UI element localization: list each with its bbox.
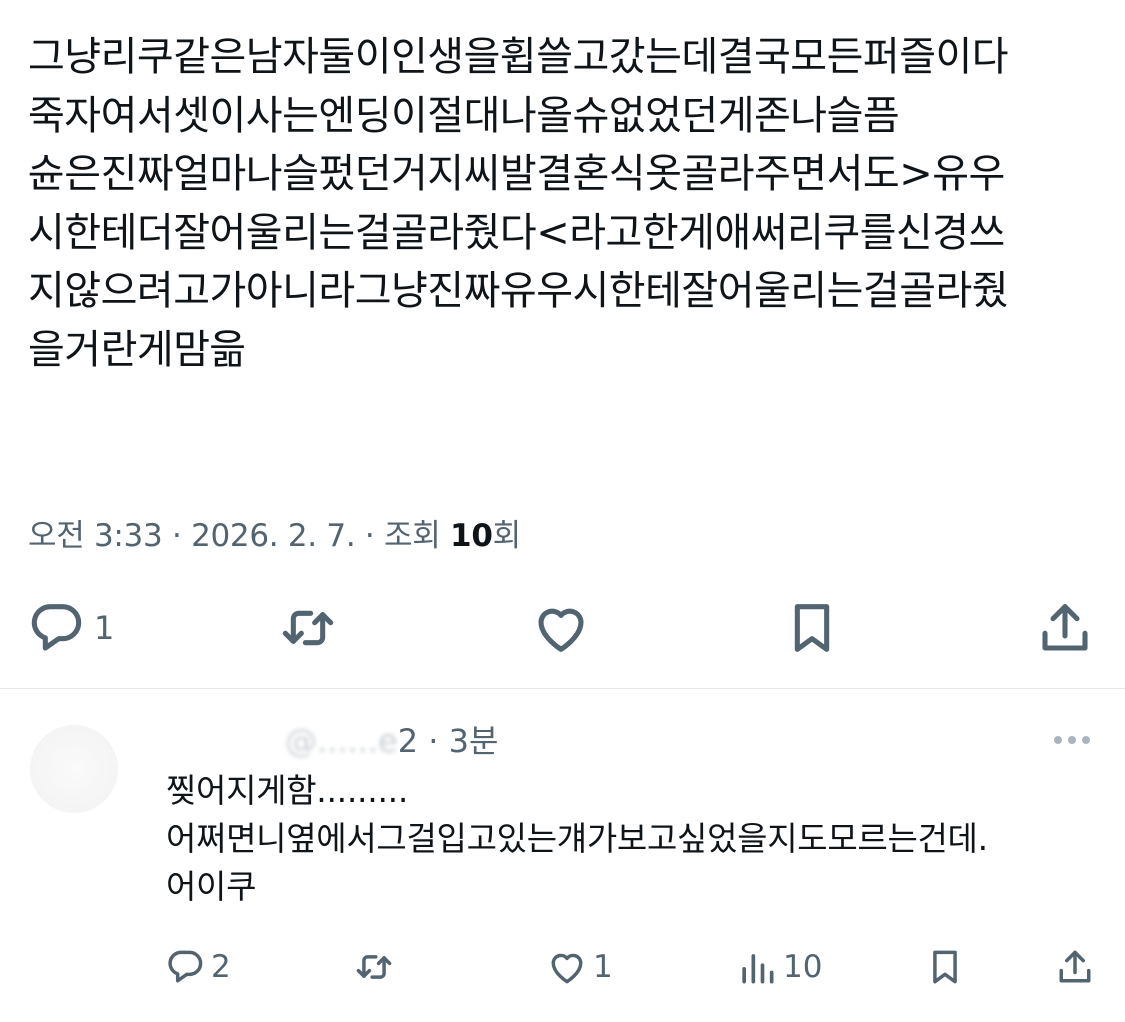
reply-line: 어쩌면니옆에서그걸입고있는걔가보고싶었을지도모르는건데. (166, 819, 988, 858)
reply-share-button[interactable] (1053, 942, 1097, 992)
share-icon (1059, 950, 1091, 983)
more-options-icon[interactable] (1050, 722, 1094, 758)
avatar[interactable] (30, 725, 118, 813)
reply-handle[interactable]: @......e (285, 722, 398, 760)
reply-views-button[interactable]: 10 (735, 942, 822, 992)
tweet-line: 죽자여서셋이사는엔딩이절대나올슈없었던게존나슬픔 (28, 92, 900, 139)
views-count: 10 (450, 518, 493, 554)
reply-time: 2 · 3분 (397, 722, 499, 760)
reply-like-count: 1 (593, 949, 613, 985)
tweet-line: 시한테더잘어울리는걸골라줬다<라고한게애써리쿠를신경쓰 (28, 209, 1005, 256)
heart-icon (551, 953, 583, 984)
tweet-meta: 오전 3:33 · 2026. 2. 7. · 조회 10회 (28, 510, 521, 555)
reply-views-count: 10 (783, 949, 823, 985)
bookmark-icon (933, 950, 957, 984)
reply-like-button[interactable]: 1 (545, 942, 613, 992)
share-icon (1042, 604, 1088, 651)
reply-retweet-button[interactable] (352, 942, 396, 992)
reply-line: 찢어지게함......... (166, 771, 409, 810)
bookmark-button[interactable] (780, 596, 844, 660)
reply-action-bar: 2 1 10 (0, 942, 1125, 992)
tweet-line: 그냥리쿠같은남자둘이인생을휩쓸고갔는데결국모든퍼즐이다 (28, 34, 1009, 80)
retweet-button[interactable] (276, 596, 340, 660)
reply-bookmark-button[interactable] (923, 942, 967, 992)
reply-header: @......e2 · 3분 (285, 716, 498, 762)
retweet-icon (282, 610, 334, 646)
timestamp[interactable]: 오전 3:33 · 2026. 2. 7. · 조회 (28, 518, 450, 554)
heart-icon (538, 608, 584, 652)
tweet-action-bar: 1 (0, 596, 1125, 660)
tweet-line: 슌은진짜얼마나슬펐던거지씨발결혼식옷골라주면서도>유우 (28, 151, 1005, 197)
bookmark-icon (794, 604, 830, 652)
reply-icon (168, 950, 203, 983)
reply-reply-button[interactable]: 2 (163, 942, 231, 992)
reply-text: 찢어지게함......... 어쩌면니옆에서그걸입고있는걔가보고싶었을지도모르는… (166, 767, 988, 911)
reply-icon (31, 604, 82, 651)
like-button[interactable] (529, 596, 593, 660)
reply-button[interactable]: 1 (24, 596, 114, 660)
retweet-icon (356, 955, 392, 979)
reply-reply-count: 2 (211, 949, 231, 985)
tweet-text: 그냥리쿠같은남자둘이인생을휩쓸고갔는데결국모든퍼즐이다 죽자여서셋이사는엔딩이절… (28, 28, 1098, 379)
tweet-line: 지않으려고가아니라그냥진짜유우시한테잘어울리는걸골라줬 (28, 268, 1009, 314)
share-button[interactable] (1033, 596, 1097, 660)
reply-count: 1 (94, 609, 115, 647)
analytics-icon (742, 954, 774, 984)
tweet-line: 을거란게맘읆 (28, 326, 246, 373)
divider (0, 688, 1125, 689)
views-suffix: 회 (492, 518, 522, 554)
reply-line: 어이쿠 (166, 867, 257, 906)
